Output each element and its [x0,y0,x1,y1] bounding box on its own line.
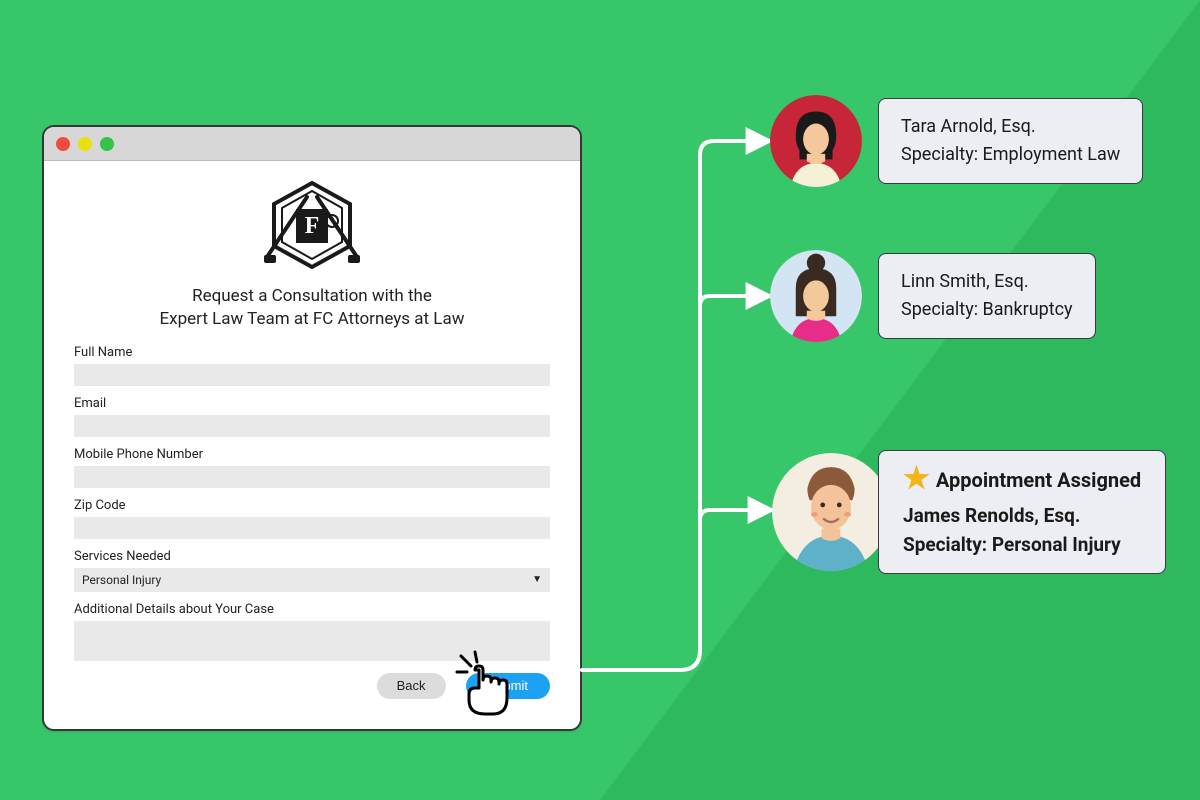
attorney-specialty: Specialty: Employment Law [901,141,1120,169]
window-minimize-icon[interactable] [78,137,92,151]
svg-text:F: F [305,213,320,239]
avatar [772,453,890,571]
window-titlebar [44,127,580,161]
attorney-name: James Renolds, Esq. [903,502,1141,531]
details-label: Additional Details about Your Case [74,602,550,617]
window-close-icon[interactable] [56,137,70,151]
form-title-line1: Request a Consultation with the [192,286,432,306]
avatar [770,95,862,187]
attorney-card: Linn Smith, Esq. Specialty: Bankruptcy [878,253,1096,339]
chevron-down-icon: ▼ [532,574,542,585]
attorney-card: Tara Arnold, Esq. Specialty: Employment … [878,98,1143,184]
attorney-james-renolds: ★ Appointment Assigned James Renolds, Es… [772,450,1166,574]
email-input[interactable] [74,415,550,437]
email-label: Email [74,396,550,411]
firm-logo: F [74,179,550,275]
pointer-cursor-icon [455,650,515,724]
avatar [770,250,862,342]
attorney-name: Tara Arnold, Esq. [901,113,1120,141]
form-title-line2: Expert Law Team at FC Attorneys at Law [160,309,465,329]
form-title: Request a Consultation with the Expert L… [74,285,550,331]
attorney-specialty: Specialty: Personal Injury [903,531,1141,560]
star-icon: ★ [903,464,930,494]
window-maximize-icon[interactable] [100,137,114,151]
assigned-card: ★ Appointment Assigned James Renolds, Es… [878,450,1166,574]
fullname-input[interactable] [74,364,550,386]
attorney-tara-arnold: Tara Arnold, Esq. Specialty: Employment … [770,95,1143,187]
back-button[interactable]: Back [377,673,446,699]
zip-label: Zip Code [74,498,550,513]
services-select[interactable]: Personal Injury ▼ [74,568,550,592]
attorney-specialty: Specialty: Bankruptcy [901,296,1073,324]
attorney-linn-smith: Linn Smith, Esq. Specialty: Bankruptcy [770,250,1096,342]
attorney-name: Linn Smith, Esq. [901,268,1073,296]
services-label: Services Needed [74,549,550,564]
assigned-header-text: Appointment Assigned [936,465,1141,496]
mobile-input[interactable] [74,466,550,488]
services-selected-value: Personal Injury [82,573,161,587]
mobile-label: Mobile Phone Number [74,447,550,462]
fullname-label: Full Name [74,345,550,360]
consultation-form-window: F Request a Consultation with the Expert… [42,125,582,731]
zip-input[interactable] [74,517,550,539]
